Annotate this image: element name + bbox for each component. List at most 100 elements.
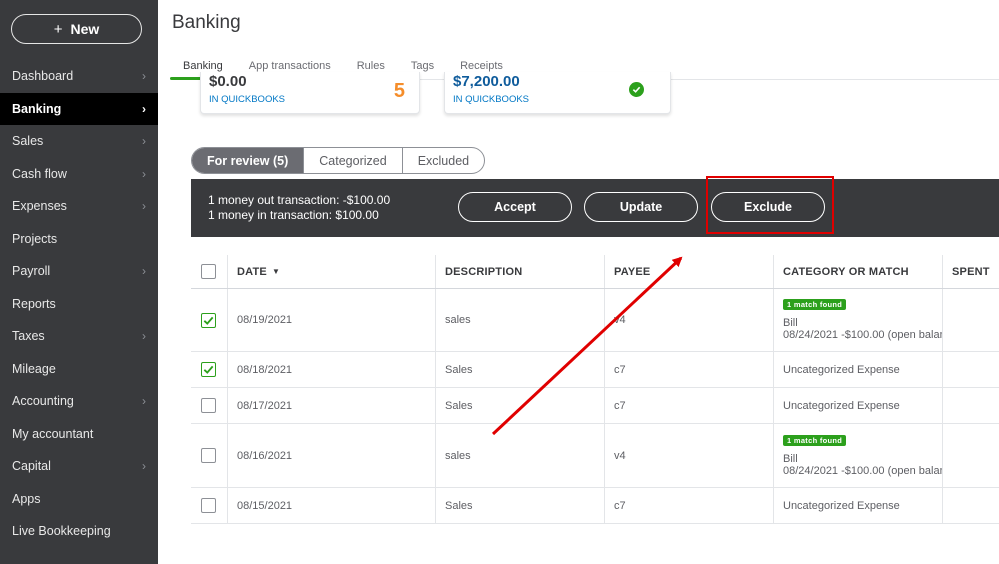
filter-for-review[interactable]: For review (5) <box>192 148 304 173</box>
sort-desc-icon: ▼ <box>271 267 281 276</box>
description-cell: Sales <box>436 352 605 387</box>
payee-cell: c7 <box>605 352 774 387</box>
sidebar-item-apps[interactable]: Apps <box>0 483 158 516</box>
chevron-right-icon: › <box>142 459 146 474</box>
date-cell: 08/18/2021 <box>228 352 436 387</box>
table-row[interactable]: 08/16/2021 sales v4 1 match found Bill 08/24/… <box>191 424 999 488</box>
spent-cell <box>943 488 999 523</box>
match-found-badge: 1 match found <box>783 434 847 446</box>
page-title: Banking <box>172 12 241 33</box>
sidebar-item-taxes[interactable]: Taxes › <box>0 320 158 353</box>
category-primary: Uncategorized Expense <box>783 499 900 512</box>
new-button[interactable]: + New <box>11 14 142 44</box>
sidebar-item-live-bookkeeping[interactable]: Live Bookkeeping <box>0 515 158 548</box>
spent-cell <box>943 289 999 351</box>
chevron-right-icon: › <box>142 69 146 84</box>
sidebar-item-mileage[interactable]: Mileage <box>0 353 158 386</box>
payee-cell: v4 <box>605 289 774 351</box>
sidebar-item-label: Apps <box>12 491 41 506</box>
chevron-right-icon: › <box>142 199 146 214</box>
card-sub-label: IN QUICKBOOKS <box>209 94 286 105</box>
table-body: 08/19/2021 sales v4 1 match found Bill 08/24/… <box>191 289 999 524</box>
category-cell[interactable]: 1 match found Bill 08/24/2021 -$100.00 (op… <box>774 289 943 351</box>
description-column-header[interactable]: DESCRIPTION <box>436 255 605 288</box>
table-row[interactable]: 08/15/2021 Sales c7 Uncategorized Expense <box>191 488 999 524</box>
sidebar-item-projects[interactable]: Projects <box>0 223 158 256</box>
chevron-right-icon: › <box>142 329 146 344</box>
row-checkbox[interactable] <box>201 398 216 413</box>
payee-cell: c7 <box>605 488 774 523</box>
sidebar-item-label: Banking <box>12 101 62 116</box>
sidebar-item-dashboard[interactable]: Dashboard › <box>0 60 158 93</box>
date-cell: 08/16/2021 <box>228 424 436 487</box>
select-all-checkbox[interactable] <box>201 264 216 279</box>
table-row[interactable]: 08/18/2021 Sales c7 Uncategorized Expense <box>191 352 999 388</box>
row-checkbox[interactable] <box>201 312 216 328</box>
category-secondary: 08/24/2021 -$100.00 (open balance <box>783 329 943 341</box>
update-button[interactable]: Update <box>584 192 698 222</box>
sidebar-item-label: Cash flow <box>12 166 67 181</box>
row-select-cell <box>191 488 228 523</box>
sidebar-item-sales[interactable]: Sales › <box>0 125 158 158</box>
date-column-header[interactable]: DATE ▼ <box>228 255 436 288</box>
left-sidebar: + New Dashboard › Banking › Sales › Cash flow ›… <box>0 0 158 564</box>
filter-excluded[interactable]: Excluded <box>401 148 484 173</box>
chevron-right-icon: › <box>142 394 146 409</box>
sidebar-item-my-accountant[interactable]: My accountant <box>0 418 158 451</box>
accept-button[interactable]: Accept <box>458 192 572 222</box>
category-cell[interactable]: Uncategorized Expense <box>774 488 943 523</box>
sidebar-item-label: Projects <box>12 231 58 246</box>
chevron-right-icon: › <box>142 101 146 116</box>
date-cell: 08/19/2021 <box>228 289 436 351</box>
row-checkbox[interactable] <box>201 448 216 463</box>
account-card-2[interactable]: $7,200.00 IN QUICKBOOKS <box>444 72 671 114</box>
sidebar-item-label: Expenses <box>12 199 67 214</box>
chevron-right-icon: › <box>142 166 146 181</box>
table-row[interactable]: 08/19/2021 sales v4 1 match found Bill 08/24/… <box>191 289 999 352</box>
card-sub-label: IN QUICKBOOKS <box>453 94 530 105</box>
sidebar-item-payroll[interactable]: Payroll › <box>0 255 158 288</box>
date-header-label: DATE <box>237 265 267 278</box>
description-cell: Sales <box>436 388 605 423</box>
category-column-header[interactable]: CATEGORY OR MATCH <box>774 255 943 288</box>
sidebar-item-label: Dashboard <box>12 69 74 84</box>
transactions-table: DATE ▼ DESCRIPTION PAYEE CATEGORY OR MAT… <box>191 255 999 524</box>
app-root: + New Dashboard › Banking › Sales › Cash flow ›… <box>0 0 999 564</box>
spent-cell <box>943 388 999 423</box>
money-in-summary: 1 money in transaction: $100.00 <box>208 208 379 222</box>
sidebar-item-expenses[interactable]: Expenses › <box>0 190 158 223</box>
batch-action-bar: 1 money out transaction: -$100.00 1 mone… <box>191 179 999 237</box>
category-cell[interactable]: Uncategorized Expense <box>774 388 943 423</box>
spent-cell <box>943 424 999 487</box>
sidebar-item-label: Accounting <box>12 394 74 409</box>
sidebar-item-label: Reports <box>12 296 56 311</box>
checkmark-icon <box>203 316 214 325</box>
chevron-right-icon: › <box>142 134 146 149</box>
sidebar-item-accounting[interactable]: Accounting › <box>0 385 158 418</box>
sidebar-item-label: Payroll <box>12 264 51 279</box>
row-select-cell <box>191 352 228 387</box>
payee-column-header[interactable]: PAYEE <box>605 255 774 288</box>
sidebar-item-label: My accountant <box>12 426 94 441</box>
filter-categorized[interactable]: Categorized <box>303 148 401 173</box>
sidebar-item-capital[interactable]: Capital › <box>0 450 158 483</box>
card-amount: $0.00 <box>209 73 247 90</box>
row-select-cell <box>191 289 228 351</box>
sidebar-item-reports[interactable]: Reports <box>0 288 158 321</box>
category-cell[interactable]: 1 match found Bill 08/24/2021 -$100.00 (op… <box>774 424 943 487</box>
spent-column-header[interactable]: SPENT <box>943 255 999 288</box>
row-checkbox[interactable] <box>201 498 216 513</box>
date-cell: 08/15/2021 <box>228 488 436 523</box>
row-checkbox[interactable] <box>201 362 216 377</box>
category-cell[interactable]: Uncategorized Expense <box>774 352 943 387</box>
account-card-1[interactable]: $0.00 IN QUICKBOOKS 5 <box>200 72 420 114</box>
description-cell: sales <box>436 424 605 487</box>
selection-summary: 1 money out transaction: -$100.00 1 mone… <box>208 193 390 223</box>
select-all-cell <box>191 255 228 288</box>
table-header: DATE ▼ DESCRIPTION PAYEE CATEGORY OR MAT… <box>191 255 999 289</box>
spent-cell <box>943 352 999 387</box>
table-row[interactable]: 08/17/2021 Sales c7 Uncategorized Expense <box>191 388 999 424</box>
sidebar-item-cash-flow[interactable]: Cash flow › <box>0 158 158 191</box>
description-cell: sales <box>436 289 605 351</box>
sidebar-item-banking[interactable]: Banking › <box>0 92 158 125</box>
